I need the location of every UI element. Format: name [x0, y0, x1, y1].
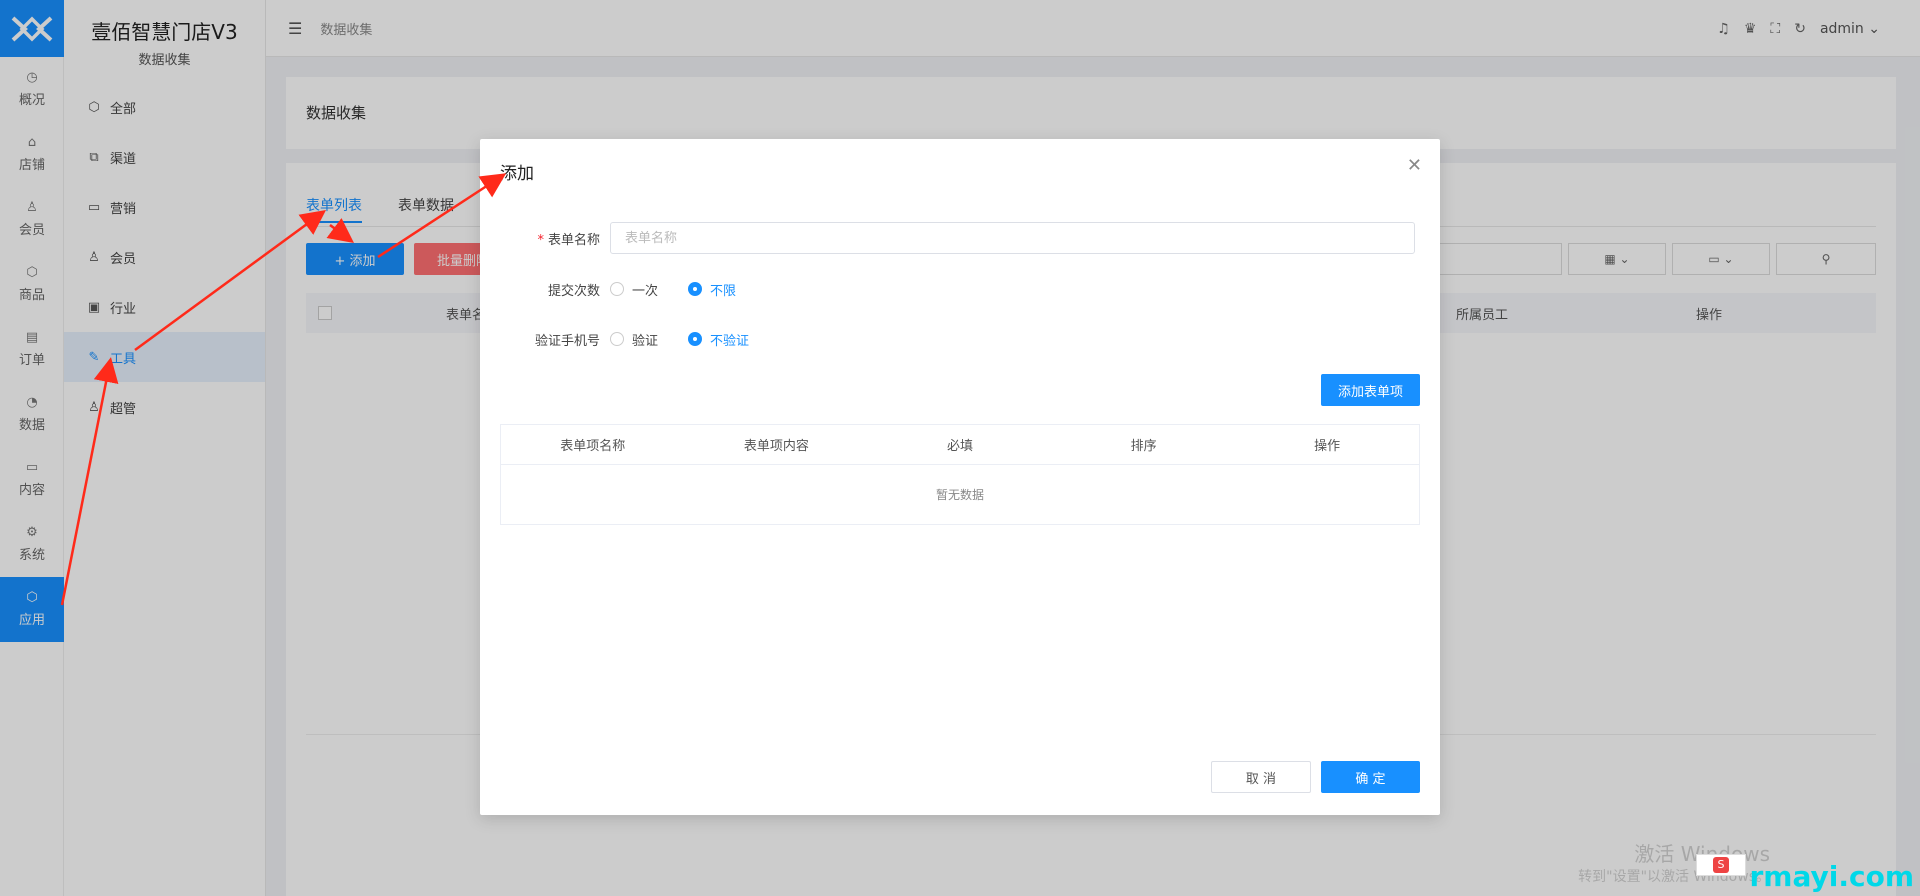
empty-state: 暂无数据: [935, 488, 984, 502]
column-header: 排序: [1130, 439, 1157, 454]
radio-once[interactable]: 一次: [610, 280, 658, 299]
column-header: 表单项内容: [743, 439, 809, 454]
radio-dot: [610, 332, 624, 346]
column-header: 操作: [1314, 439, 1341, 454]
dialog-title: 添加: [500, 164, 534, 184]
radio-dot: [610, 282, 624, 296]
radio-label: 不限: [710, 283, 737, 299]
form-name-row: * 表单名称: [480, 222, 1440, 254]
add-form-dialog: 添加 ✕ *表单名称 提交次数 一次 不限 验证手机号 验证 不验证 添加表单项…: [480, 139, 1440, 815]
radio-label: 一次: [632, 283, 659, 299]
radio-dot: [688, 282, 703, 296]
add-form-item-button[interactable]: 添加表单项: [1321, 374, 1420, 406]
column-header: 必填: [946, 439, 973, 454]
submit-times-label: 提交次数: [547, 283, 600, 299]
form-name-input[interactable]: [610, 222, 1415, 254]
submit-times-row: 提交次数 一次 不限: [480, 273, 1440, 305]
column-header: 表单项名称: [560, 439, 626, 454]
app-root: ◷ 概况 ⌂ 店铺 ♙ 会员 ⬡ 商品 ▤ 订单 ◔ 数据 ▭ 内容 ⚙ 系统: [0, 0, 1920, 896]
ime-icon: S: [1713, 857, 1729, 873]
form-name-label: * 表单名称: [480, 229, 610, 248]
radio-no-verify[interactable]: 不验证: [688, 330, 749, 349]
tray-widget: S: [1696, 854, 1746, 876]
radio-verify[interactable]: 验证: [610, 330, 658, 349]
form-items-table: 表单项名称 表单项内容 必填 排序 操作 暂无数据: [500, 424, 1420, 525]
required-mark: *: [537, 232, 544, 248]
form-name-label-text: 表单名称: [547, 232, 600, 248]
table-header: 表单项名称 表单项内容 必填 排序 操作: [501, 425, 1419, 465]
dialog-footer: 取 消 确 定: [1211, 761, 1420, 793]
confirm-button[interactable]: 确 定: [1321, 761, 1420, 793]
close-icon[interactable]: ✕: [1407, 155, 1422, 176]
site-watermark: rmayi.com: [1749, 860, 1914, 893]
radio-dot: [688, 332, 703, 346]
cancel-button[interactable]: 取 消: [1211, 761, 1311, 793]
verify-phone-row: 验证手机号 验证 不验证: [480, 323, 1440, 355]
radio-label: 不验证: [710, 333, 750, 349]
verify-phone-label: 验证手机号: [534, 333, 600, 349]
radio-label: 验证: [632, 333, 659, 349]
radio-unlimited[interactable]: 不限: [688, 280, 736, 299]
